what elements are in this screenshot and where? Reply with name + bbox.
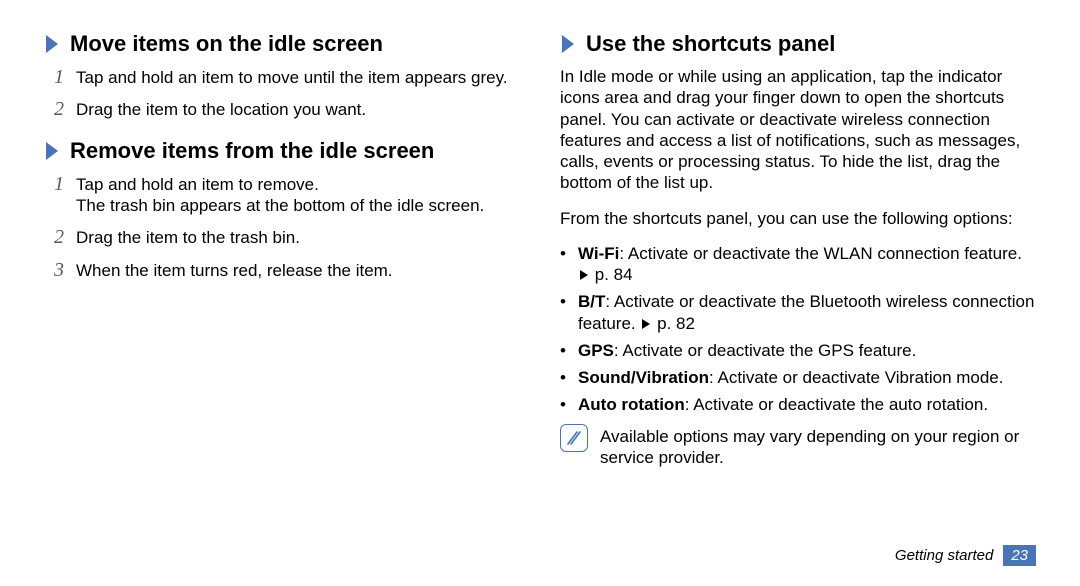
bullet-text: Auto rotation: Activate or deactivate th… [578,394,988,415]
note-row: Available options may vary depending on … [560,424,1036,469]
bullet-text: B/T: Activate or deactivate the Bluetoot… [578,291,1036,334]
step-number: 1 [44,66,64,88]
section-heading-remove-items: Remove items from the idle screen [44,139,520,163]
step-item: 2 Drag the item to the location you want… [44,98,520,120]
bullet-item: • GPS: Activate or deactivate the GPS fe… [560,340,1036,361]
bullet-item: • Auto rotation: Activate or deactivate … [560,394,1036,415]
step-number: 2 [44,226,64,248]
left-column: Move items on the idle screen 1 Tap and … [44,24,520,468]
bullet-item: • Wi-Fi: Activate or deactivate the WLAN… [560,243,1036,286]
bullet-item: • B/T: Activate or deactivate the Blueto… [560,291,1036,334]
page-number: 23 [1003,545,1036,566]
intro-paragraph: In Idle mode or while using an applicati… [560,66,1036,194]
bullet-text: Wi-Fi: Activate or deactivate the WLAN c… [578,243,1036,286]
step-text: When the item turns red, release the ite… [76,259,393,281]
bullet-dot: • [560,243,570,286]
move-items-steps: 1 Tap and hold an item to move until the… [44,66,520,121]
note-icon [560,424,588,452]
step-number: 1 [44,173,64,195]
step-text: Drag the item to the location you want. [76,98,366,120]
bullet-text: GPS: Activate or deactivate the GPS feat… [578,340,916,361]
chapter-label: Getting started [895,547,993,564]
bullet-dot: • [560,340,570,361]
bullet-dot: • [560,291,570,334]
note-text: Available options may vary depending on … [600,424,1036,469]
section-title: Remove items from the idle screen [70,139,434,163]
step-item: 1 Tap and hold an item to move until the… [44,66,520,88]
remove-items-steps: 1 Tap and hold an item to remove.The tra… [44,173,520,281]
step-text: Drag the item to the trash bin. [76,226,300,248]
step-text: Tap and hold an item to move until the i… [76,66,508,88]
shortcuts-bullets: • Wi-Fi: Activate or deactivate the WLAN… [560,243,1036,416]
bullet-dot: • [560,367,570,388]
chevron-right-icon [44,140,60,162]
section-heading-move-items: Move items on the idle screen [44,32,520,56]
step-item: 3 When the item turns red, release the i… [44,259,520,281]
step-number: 2 [44,98,64,120]
section-title: Move items on the idle screen [70,32,383,56]
step-text: Tap and hold an item to remove.The trash… [76,173,484,217]
lead-paragraph: From the shortcuts panel, you can use th… [560,208,1036,229]
page-footer: Getting started 23 [895,545,1036,566]
section-title: Use the shortcuts panel [586,32,835,56]
section-heading-shortcuts-panel: Use the shortcuts panel [560,32,1036,56]
bullet-item: • Sound/Vibration: Activate or deactivat… [560,367,1036,388]
right-column: Use the shortcuts panel In Idle mode or … [560,24,1036,468]
chevron-right-icon [560,33,576,55]
chevron-right-icon [44,33,60,55]
step-item: 1 Tap and hold an item to remove.The tra… [44,173,520,217]
bullet-dot: • [560,394,570,415]
triangle-right-icon [580,270,588,280]
triangle-right-icon [642,319,650,329]
step-item: 2 Drag the item to the trash bin. [44,226,520,248]
bullet-text: Sound/Vibration: Activate or deactivate … [578,367,1004,388]
step-number: 3 [44,259,64,281]
